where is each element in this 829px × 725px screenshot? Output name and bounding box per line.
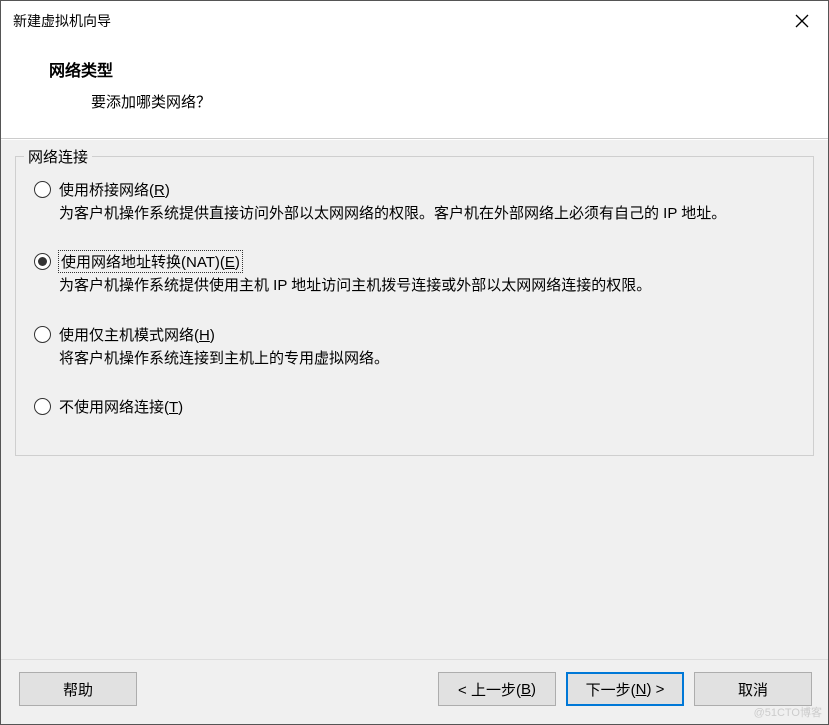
option-none-row[interactable]: 不使用网络连接(T) xyxy=(34,396,795,417)
option-hostonly-label: 使用仅主机模式网络(H) xyxy=(59,324,215,345)
next-button[interactable]: 下一步(N) > xyxy=(566,672,684,706)
page-subtitle: 要添加哪类网络？ xyxy=(91,91,810,112)
wizard-window: 新建虚拟机向导 网络类型 要添加哪类网络？ 网络连接 使用桥接网络(R) 为客户… xyxy=(0,0,829,725)
group-legend: 网络连接 xyxy=(24,146,92,167)
wizard-header: 网络类型 要添加哪类网络？ xyxy=(1,39,828,139)
cancel-button[interactable]: 取消 xyxy=(694,672,812,706)
radio-none[interactable] xyxy=(34,398,51,415)
close-icon[interactable] xyxy=(786,9,818,33)
option-hostonly: 使用仅主机模式网络(H) 将客户机操作系统连接到主机上的专用虚拟网络。 xyxy=(34,324,795,370)
radio-nat[interactable] xyxy=(34,253,51,270)
option-nat: 使用网络地址转换(NAT)(E) 为客户机操作系统提供使用主机 IP 地址访问主… xyxy=(34,251,795,297)
radio-hostonly[interactable] xyxy=(34,326,51,343)
option-nat-desc: 为客户机操作系统提供使用主机 IP 地址访问主机拨号连接或外部以太网网络连接的权… xyxy=(59,274,795,297)
option-none: 不使用网络连接(T) xyxy=(34,396,795,417)
content-area: 网络连接 使用桥接网络(R) 为客户机操作系统提供直接访问外部以太网网络的权限。… xyxy=(1,139,828,659)
option-bridged-label: 使用桥接网络(R) xyxy=(59,179,170,200)
back-button[interactable]: < 上一步(B) xyxy=(438,672,556,706)
option-none-label: 不使用网络连接(T) xyxy=(59,396,183,417)
option-nat-row[interactable]: 使用网络地址转换(NAT)(E) xyxy=(34,251,795,272)
help-button[interactable]: 帮助 xyxy=(19,672,137,706)
option-bridged-desc: 为客户机操作系统提供直接访问外部以太网网络的权限。客户机在外部网络上必须有自己的… xyxy=(59,202,795,225)
network-connection-group: 网络连接 使用桥接网络(R) 为客户机操作系统提供直接访问外部以太网网络的权限。… xyxy=(15,156,814,456)
option-bridged: 使用桥接网络(R) 为客户机操作系统提供直接访问外部以太网网络的权限。客户机在外… xyxy=(34,179,795,225)
option-hostonly-row[interactable]: 使用仅主机模式网络(H) xyxy=(34,324,795,345)
page-title: 网络类型 xyxy=(49,57,810,81)
option-hostonly-desc: 将客户机操作系统连接到主机上的专用虚拟网络。 xyxy=(59,347,795,370)
option-bridged-row[interactable]: 使用桥接网络(R) xyxy=(34,179,795,200)
radio-bridged[interactable] xyxy=(34,181,51,198)
window-title: 新建虚拟机向导 xyxy=(13,11,111,31)
wizard-footer: 帮助 < 上一步(B) 下一步(N) > 取消 xyxy=(1,659,828,724)
titlebar: 新建虚拟机向导 xyxy=(1,1,828,39)
option-nat-label: 使用网络地址转换(NAT)(E) xyxy=(59,251,242,272)
